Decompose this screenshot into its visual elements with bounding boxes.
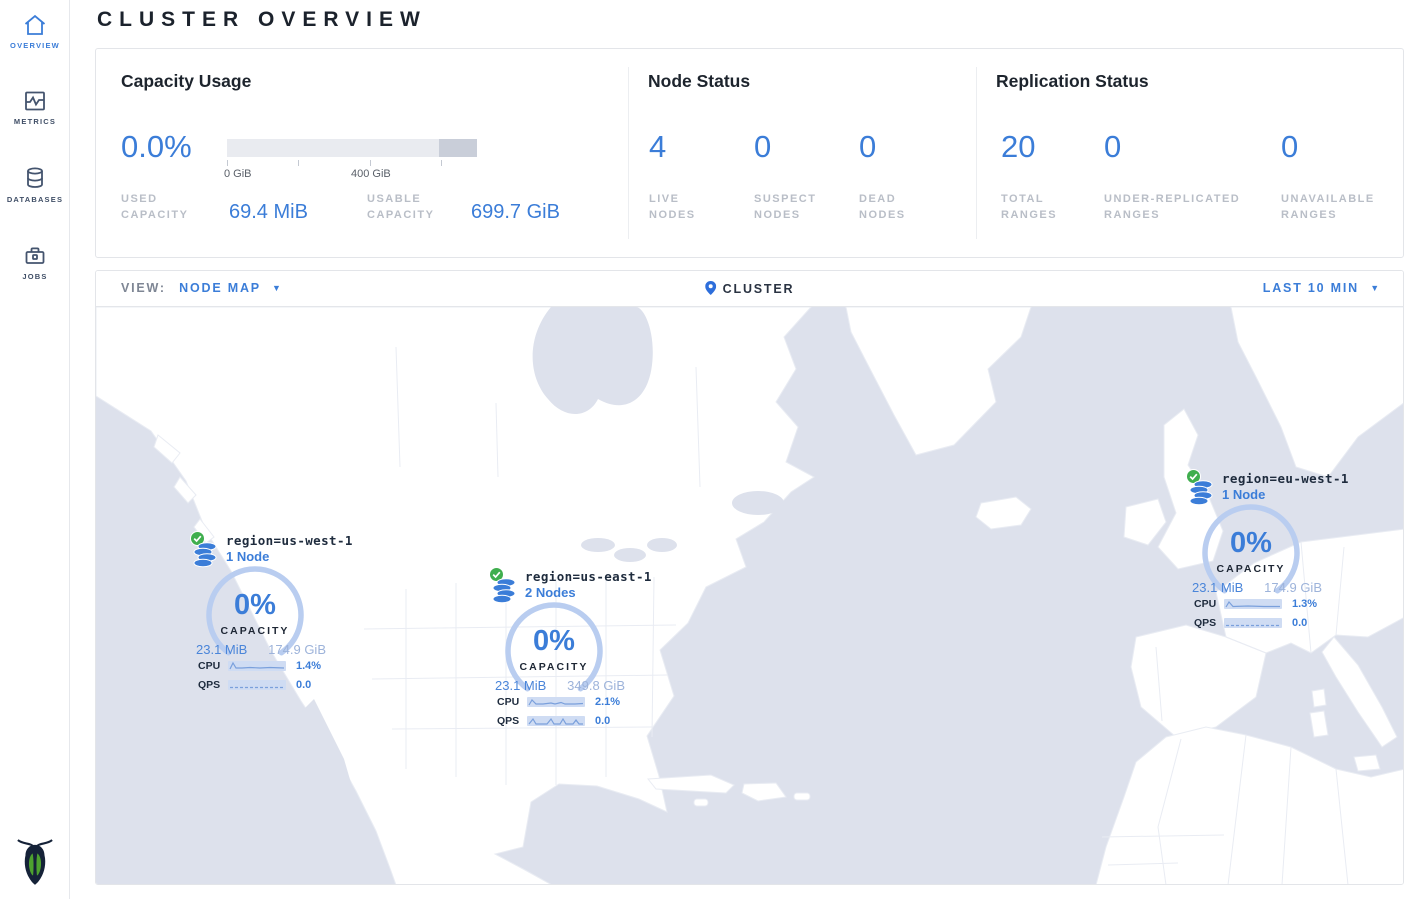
cpu-label: CPU xyxy=(198,660,228,672)
replication-status-title: Replication Status xyxy=(996,71,1149,92)
marker-node-count: 2 Nodes xyxy=(525,585,652,601)
under-replicated-label: UNDER-REPLICATED RANGES xyxy=(1104,191,1254,223)
node-status-title: Node Status xyxy=(648,71,750,92)
cpu-value: 1.3% xyxy=(1292,598,1317,610)
capacity-tick-0: 0 GiB xyxy=(224,168,252,180)
time-range-value: LAST 10 MIN xyxy=(1263,281,1359,295)
dead-nodes-value: 0 xyxy=(859,129,876,165)
marker-node-count: 1 Node xyxy=(1222,487,1349,503)
page-title: CLUSTER OVERVIEW xyxy=(97,8,427,32)
qps-sparkline xyxy=(527,716,585,726)
database-icon xyxy=(0,166,70,190)
panel-divider xyxy=(976,67,977,239)
used-capacity-label: USED CAPACITY xyxy=(121,191,191,223)
qps-label: QPS xyxy=(497,715,527,727)
marker-region: region=eu-west-1 xyxy=(1222,471,1349,487)
live-nodes-value: 4 xyxy=(649,129,666,165)
map-toolbar: VIEW: NODE MAP ▼ CLUSTER LAST 10 MIN ▼ xyxy=(96,271,1403,307)
marker-node-count: 1 Node xyxy=(226,549,353,565)
view-value: NODE MAP xyxy=(179,281,261,295)
cpu-sparkline xyxy=(1224,599,1282,609)
sidebar: OVERVIEW METRICS DATABASES JOBS xyxy=(0,0,70,899)
chevron-down-icon: ▼ xyxy=(1370,283,1381,293)
node-map-panel: VIEW: NODE MAP ▼ CLUSTER LAST 10 MIN ▼ xyxy=(95,270,1404,885)
qps-value: 0.0 xyxy=(1292,617,1307,629)
panel-divider xyxy=(628,67,629,239)
breadcrumb-label: CLUSTER xyxy=(723,282,795,296)
metrics-icon xyxy=(0,90,70,112)
qps-value: 0.0 xyxy=(296,679,311,691)
map-pin-icon xyxy=(705,281,716,295)
qps-sparkline xyxy=(1224,618,1282,628)
marker-region: region=us-east-1 xyxy=(525,569,652,585)
cpu-label: CPU xyxy=(497,696,527,708)
cockroachdb-logo xyxy=(16,836,54,891)
capacity-bar xyxy=(227,139,477,157)
qps-sparkline xyxy=(228,680,286,690)
cpu-value: 2.1% xyxy=(595,696,620,708)
used-capacity-value: 69.4 MiB xyxy=(229,201,308,224)
capacity-total: 174.9 GiB xyxy=(268,642,326,657)
sidebar-item-jobs[interactable]: JOBS xyxy=(0,244,70,281)
sidebar-item-label: JOBS xyxy=(0,272,70,281)
sidebar-item-label: DATABASES xyxy=(0,195,70,204)
gauge-label: CAPACITY xyxy=(200,625,310,637)
capacity-total: 349.8 GiB xyxy=(567,678,625,693)
breadcrumb[interactable]: CLUSTER xyxy=(705,281,795,296)
capacity-usage-title: Capacity Usage xyxy=(121,71,251,92)
total-ranges-value: 20 xyxy=(1001,129,1035,165)
sidebar-item-overview[interactable]: OVERVIEW xyxy=(0,14,70,50)
capacity-used: 23.1 MiB xyxy=(1192,580,1243,595)
cpu-sparkline xyxy=(527,697,585,707)
sidebar-item-metrics[interactable]: METRICS xyxy=(0,90,70,126)
briefcase-icon xyxy=(0,244,70,267)
view-label: VIEW: xyxy=(121,281,166,295)
sidebar-item-databases[interactable]: DATABASES xyxy=(0,166,70,204)
capacity-used: 23.1 MiB xyxy=(495,678,546,693)
sidebar-item-label: METRICS xyxy=(0,117,70,126)
capacity-total: 174.9 GiB xyxy=(1264,580,1322,595)
gauge-percent: 0% xyxy=(200,589,310,622)
cpu-sparkline xyxy=(228,661,286,671)
world-map: region=us-west-1 1 Node 0% CAPACITY 23.1… xyxy=(96,307,1404,885)
home-icon xyxy=(0,14,70,36)
gauge-label: CAPACITY xyxy=(499,661,609,673)
chevron-down-icon: ▼ xyxy=(272,283,283,293)
under-replicated-value: 0 xyxy=(1104,129,1121,165)
capacity-percent: 0.0% xyxy=(121,129,192,165)
cpu-label: CPU xyxy=(1194,598,1224,610)
cpu-value: 1.4% xyxy=(296,660,321,672)
qps-label: QPS xyxy=(1194,617,1224,629)
capacity-used: 23.1 MiB xyxy=(196,642,247,657)
sidebar-item-label: OVERVIEW xyxy=(0,41,70,50)
dead-nodes-label: DEAD NODES xyxy=(859,191,921,223)
view-dropdown[interactable]: VIEW: NODE MAP ▼ xyxy=(121,281,283,295)
gauge-percent: 0% xyxy=(499,625,609,658)
unavailable-value: 0 xyxy=(1281,129,1298,165)
unavailable-label: UNAVAILABLE RANGES xyxy=(1281,191,1396,223)
marker-region: region=us-west-1 xyxy=(226,533,353,549)
usable-capacity-value: 699.7 GiB xyxy=(471,201,560,224)
time-range-dropdown[interactable]: LAST 10 MIN ▼ xyxy=(1263,281,1381,295)
qps-label: QPS xyxy=(198,679,228,691)
suspect-nodes-value: 0 xyxy=(754,129,771,165)
live-nodes-label: LIVE NODES xyxy=(649,191,711,223)
qps-value: 0.0 xyxy=(595,715,610,727)
capacity-tick-400: 400 GiB xyxy=(351,168,391,180)
usable-capacity-label: USABLE CAPACITY xyxy=(367,191,442,223)
suspect-nodes-label: SUSPECT NODES xyxy=(754,191,826,223)
gauge-label: CAPACITY xyxy=(1196,563,1306,575)
cluster-summary-panel: Capacity Usage 0.0% 0 GiB 400 GiB USED C… xyxy=(95,48,1404,258)
capacity-bar-segment xyxy=(439,139,477,157)
gauge-percent: 0% xyxy=(1196,527,1306,560)
total-ranges-label: TOTAL RANGES xyxy=(1001,191,1063,223)
